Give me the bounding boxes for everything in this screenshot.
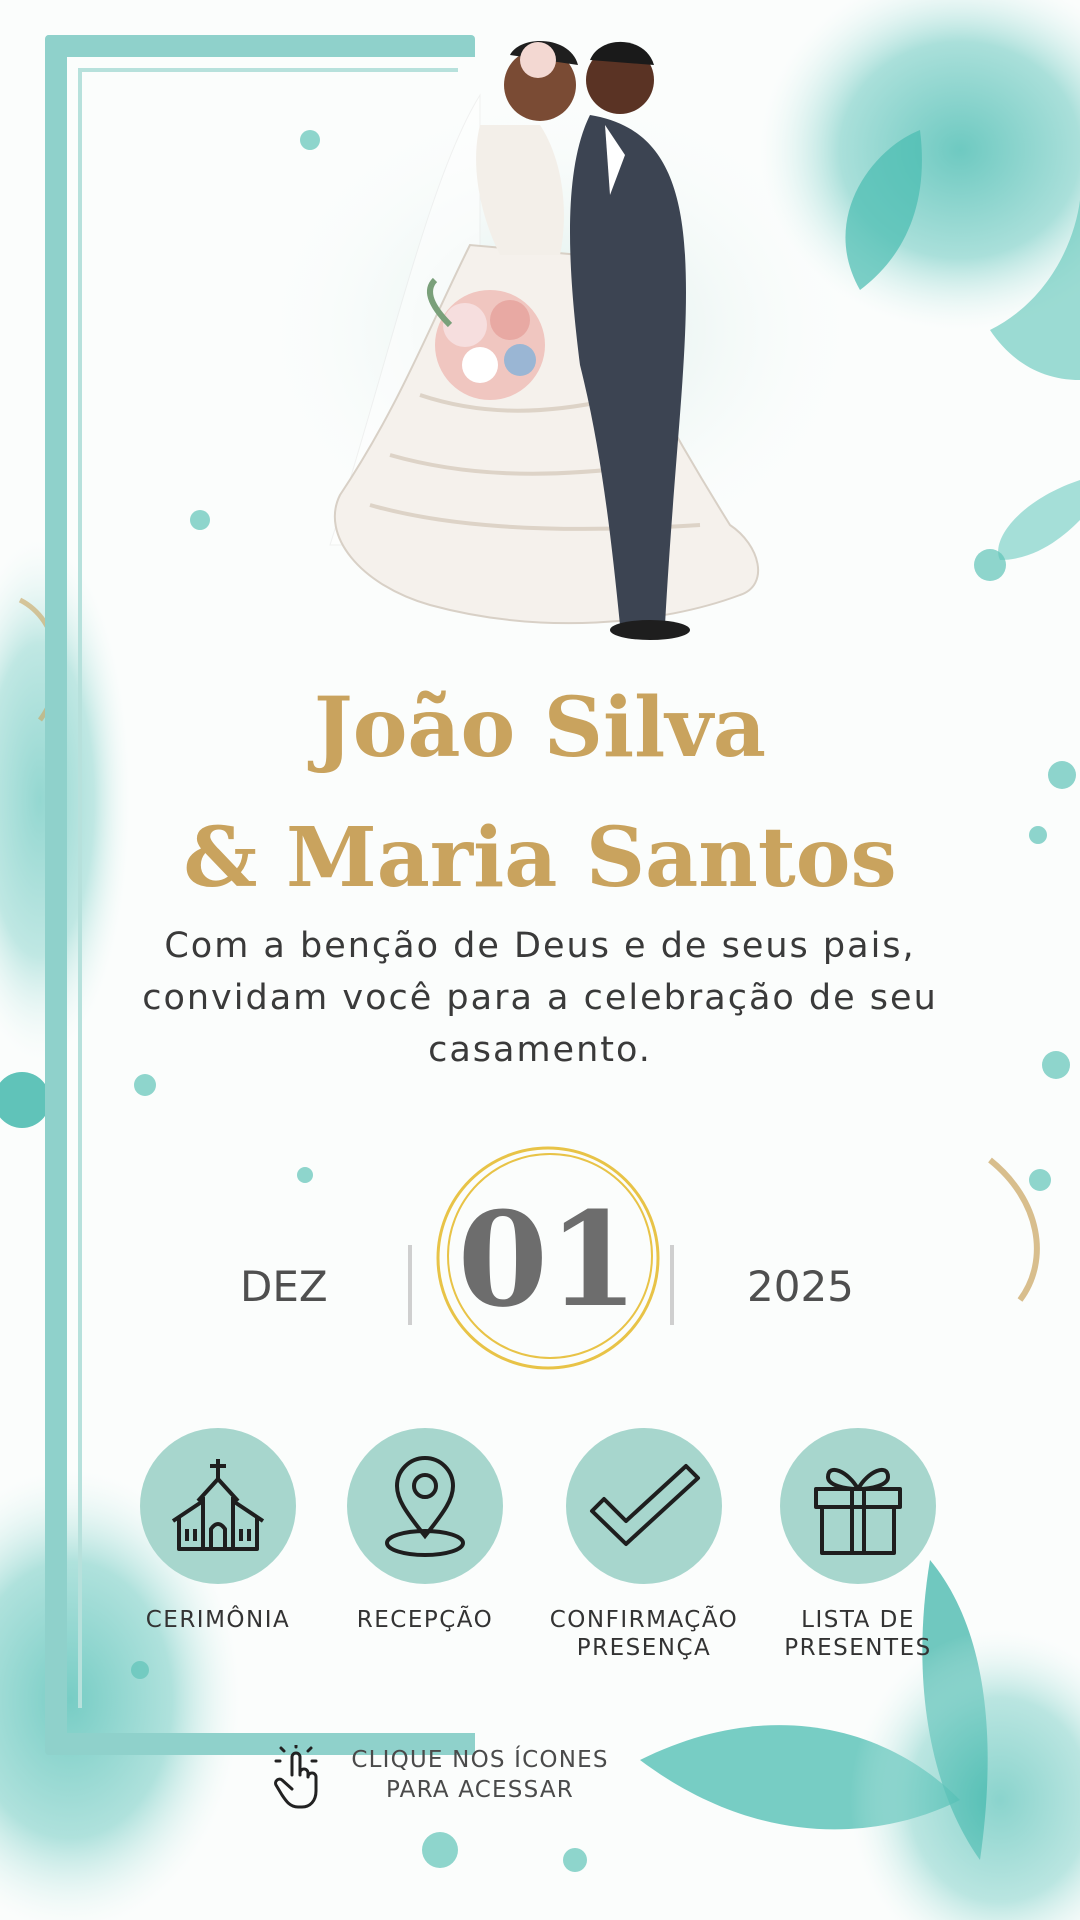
reception-link[interactable]: RECEPÇÃO — [325, 1428, 525, 1634]
gift-icon[interactable] — [780, 1428, 936, 1584]
bride-name: & Maria Santos — [183, 810, 897, 906]
reception-label: RECEPÇÃO — [356, 1607, 494, 1633]
gift-list-label-line2: PRESENTES — [784, 1635, 932, 1661]
rsvp-label-line1: CONFIRMAÇÃO — [549, 1607, 739, 1633]
groom-name: João Silva — [313, 680, 767, 776]
date-day: 01 — [457, 1183, 639, 1336]
ceremony-link[interactable]: CERIMÔNIA — [118, 1428, 318, 1634]
hint-line1: CLIQUE NOS ÍCONES — [351, 1747, 609, 1773]
invitation-text: Com a benção de Deus e de seus pais, con… — [142, 926, 938, 1070]
couple-illustration — [329, 41, 759, 640]
checkmark-icon[interactable] — [566, 1428, 722, 1584]
rsvp-label-line2: PRESENÇA — [576, 1635, 712, 1661]
tap-hint: CLIQUE NOS ÍCONES PARA ACESSAR — [270, 1745, 770, 1815]
date-month: DEZ — [240, 1262, 328, 1311]
rsvp-label: CONFIRMAÇÃO PRESENÇA — [544, 1606, 744, 1662]
date-divider-left — [408, 1245, 412, 1325]
tap-hand-icon — [274, 1745, 318, 1809]
hint-text: CLIQUE NOS ÍCONES PARA ACESSAR — [330, 1745, 630, 1805]
date-divider-right — [670, 1245, 674, 1325]
gift-list-label-line1: LISTA DE — [801, 1607, 915, 1633]
gift-list-link[interactable]: LISTA DE PRESENTES — [758, 1428, 958, 1662]
gift-list-label: LISTA DE PRESENTES — [758, 1606, 958, 1662]
date-year: 2025 — [747, 1262, 854, 1311]
rsvp-link[interactable]: CONFIRMAÇÃO PRESENÇA — [544, 1428, 744, 1662]
hint-line2: PARA ACESSAR — [386, 1777, 574, 1803]
location-pin-icon[interactable] — [347, 1428, 503, 1584]
church-icon[interactable] — [140, 1428, 296, 1584]
ceremony-label: CERIMÔNIA — [145, 1607, 291, 1633]
